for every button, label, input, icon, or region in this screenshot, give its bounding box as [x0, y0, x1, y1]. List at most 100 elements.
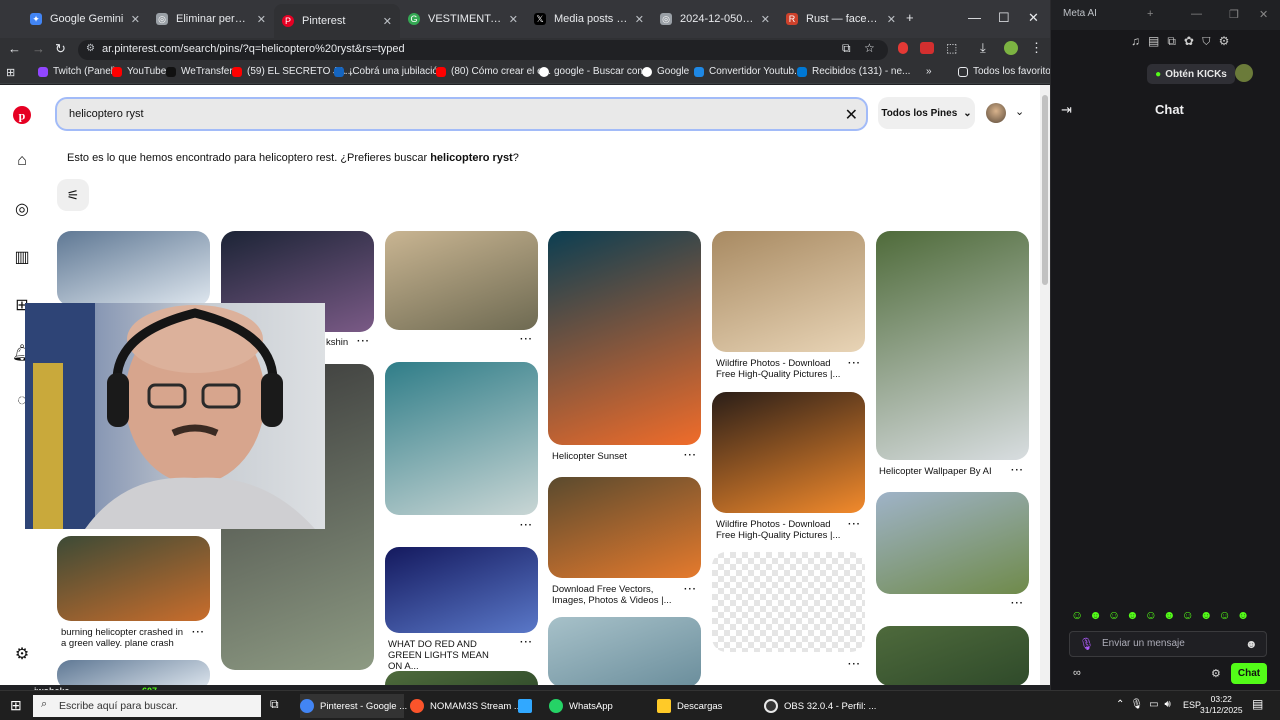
pin-image[interactable] [385, 362, 538, 515]
task-view-icon[interactable]: ⧉ [270, 697, 279, 712]
close-icon[interactable]: ✕ [1259, 8, 1268, 21]
back-icon[interactable]: ← [8, 41, 21, 56]
collapse-chat-icon[interactable]: ⇥ [1061, 102, 1072, 118]
pin-image[interactable] [385, 671, 538, 685]
pin-image[interactable] [712, 231, 865, 352]
pin-caption[interactable]: Helicopter Sunset [552, 451, 682, 462]
pin-more-options-icon[interactable]: ··· [520, 637, 533, 648]
pin-image[interactable] [876, 626, 1029, 685]
taskbar-obs[interactable]: OBS 32.0.4 - Perfil: ... [764, 694, 876, 718]
pin-image[interactable] [876, 492, 1029, 594]
menu-kebab-icon[interactable]: ⋮ [1030, 40, 1043, 56]
pin-more-options-icon[interactable]: ··· [1011, 598, 1024, 609]
bookmark-youtube[interactable]: YouTube [112, 66, 166, 77]
language-indicator[interactable]: ESP [1183, 700, 1201, 710]
pin-more-options-icon[interactable]: ··· [520, 520, 533, 531]
pin-image[interactable] [712, 552, 865, 652]
pin-image[interactable] [548, 477, 701, 578]
taskbar-clock[interactable]: 03:22 31/12/2025 [1200, 694, 1243, 716]
close-tab-icon[interactable]: ✕ [635, 13, 644, 26]
pinterest-logo-icon[interactable]: p [12, 105, 32, 125]
bookmark-twitch[interactable]: Twitch (Panel) [38, 66, 116, 77]
tab-video-file[interactable]: ◎ 2024-12-0508-52-40. ✕ [652, 6, 778, 32]
close-tab-icon[interactable]: ✕ [383, 15, 392, 28]
boards-icon[interactable]: ▥ [12, 247, 32, 267]
bookmark-wetransfer[interactable]: WeTransfer [166, 66, 233, 77]
pin-caption[interactable]: Wildfire Photos - Download Free High-Qua… [716, 519, 844, 541]
minimize-icon[interactable]: — [968, 10, 981, 25]
pin-caption[interactable]: WHAT DO RED AND GREEN LIGHTS MEAN ON A..… [388, 639, 498, 672]
get-kicks-button[interactable]: ● Obtén KICKs [1147, 64, 1235, 84]
page-scrollbar[interactable] [1040, 85, 1050, 685]
close-tab-icon[interactable]: ✕ [887, 13, 896, 26]
emote-bar-icons[interactable]: ☺☻☺☻☺☻☺☻☺☻ [1071, 608, 1255, 622]
close-tab-icon[interactable]: ✕ [131, 13, 140, 26]
taskbar-brave[interactable]: NOMAM3S Stream ... [410, 694, 522, 718]
pin-more-options-icon[interactable]: ··· [684, 584, 697, 595]
pin-image[interactable] [548, 231, 701, 445]
pin-more-options-icon[interactable]: ··· [192, 627, 205, 638]
tab-media-posts[interactable]: 𝕏 Media posts by Rust ✕ [526, 6, 652, 32]
settings-gear-icon[interactable]: ⚙ [12, 644, 32, 664]
install-app-icon[interactable]: ⧉ [842, 41, 851, 56]
pin-image[interactable] [57, 231, 210, 306]
pin-more-options-icon[interactable]: ··· [848, 358, 861, 369]
apps-grid-icon[interactable]: ⊞ [6, 66, 15, 79]
microphone-icon[interactable]: 🎙︎ [1079, 637, 1094, 651]
tab-vestimenta[interactable]: G VESTIMENTA rust - B ✕ [400, 6, 526, 32]
reload-icon[interactable]: ↻ [55, 41, 66, 57]
pin-type-dropdown[interactable]: Todos los Pines ⌄ [878, 97, 975, 129]
tab-eliminar[interactable]: ◎ Eliminar personaje y ✕ [148, 6, 274, 32]
chat-message-input[interactable]: Enviar un mensaje [1069, 631, 1267, 657]
suggested-term-link[interactable]: helicoptero ryst [430, 152, 513, 164]
pin-more-options-icon[interactable]: ··· [848, 519, 861, 530]
forward-icon[interactable]: → [32, 41, 45, 56]
pin-image[interactable] [385, 547, 538, 633]
pin-caption[interactable]: burning helicopter crashed in a green va… [61, 627, 189, 649]
pin-more-options-icon[interactable]: ··· [357, 336, 370, 347]
taskbar-lightroom[interactable] [518, 694, 540, 718]
close-tab-icon[interactable]: ✕ [509, 13, 518, 26]
bookmark-como-crear[interactable]: (80) Cómo crear el e... [436, 66, 551, 77]
tab-pinterest[interactable]: P Pinterest ✕ [274, 4, 400, 38]
pin-more-options-icon[interactable]: ··· [684, 450, 697, 461]
bookmark-star-icon[interactable]: ☆ [864, 41, 875, 55]
pin-image[interactable] [57, 660, 210, 685]
pin-caption[interactable]: Helicopter Wallpaper By AI [879, 466, 1009, 477]
pin-more-options-icon[interactable]: ··· [848, 659, 861, 670]
taskbar-descargas[interactable]: Descargas [657, 694, 757, 718]
pin-image[interactable] [385, 231, 538, 330]
explore-compass-icon[interactable]: ◎ [12, 199, 32, 219]
site-info-icon[interactable]: ⚙ [86, 43, 95, 54]
settings-gear-icon[interactable]: ⚙ [1211, 667, 1221, 680]
all-bookmarks[interactable]: Todos los favoritos [958, 66, 1056, 77]
pin-image[interactable] [548, 617, 701, 685]
more-bookmarks-icon[interactable]: » [926, 66, 932, 77]
tab-rust-facepunch[interactable]: R Rust — facepunch ✕ [778, 6, 904, 32]
home-icon[interactable]: ⌂ [12, 151, 32, 171]
windows-start-icon[interactable]: ⊞ [10, 697, 22, 714]
extensions-icon[interactable]: ⬚ [946, 41, 957, 55]
filters-button[interactable]: ⚟ [57, 179, 89, 211]
pin-more-options-icon[interactable]: ··· [520, 334, 533, 345]
taskbar-chrome[interactable]: Pinterest - Google ... [300, 694, 407, 718]
new-tab-icon[interactable]: + [1147, 8, 1153, 20]
toolbar-icons[interactable]: ♫▤⧉✿⛉⚙ [1131, 34, 1237, 49]
notifications-icon[interactable]: ▤ [1252, 697, 1263, 711]
bookmark-google-buscar[interactable]: google - Buscar con... [539, 66, 651, 77]
system-tray-icons[interactable]: ⌃🎙︎▭🔊︎ [1116, 699, 1177, 710]
restore-icon[interactable]: ❐ [1229, 8, 1239, 21]
emoji-icon[interactable]: ☻ [1245, 637, 1258, 651]
download-icon[interactable]: ⤓ [980, 40, 986, 56]
taskbar-search-input[interactable]: Escribe aquí para buscar. [33, 695, 261, 717]
chat-send-button[interactable]: Chat [1231, 663, 1267, 684]
avatar[interactable] [986, 103, 1006, 123]
scrollbar-thumb[interactable] [1042, 95, 1048, 285]
profile-icon[interactable] [1004, 41, 1018, 55]
taskbar-whatsapp[interactable]: WhatsApp [549, 694, 653, 718]
search-input[interactable]: helicoptero ryst [69, 108, 144, 120]
pin-caption[interactable]: kshin [326, 337, 456, 348]
pin-caption[interactable]: Wildfire Photos - Download Free High-Qua… [716, 358, 844, 380]
bookmark-google[interactable]: Google [642, 66, 689, 77]
extension-abp-icon[interactable] [920, 42, 934, 54]
